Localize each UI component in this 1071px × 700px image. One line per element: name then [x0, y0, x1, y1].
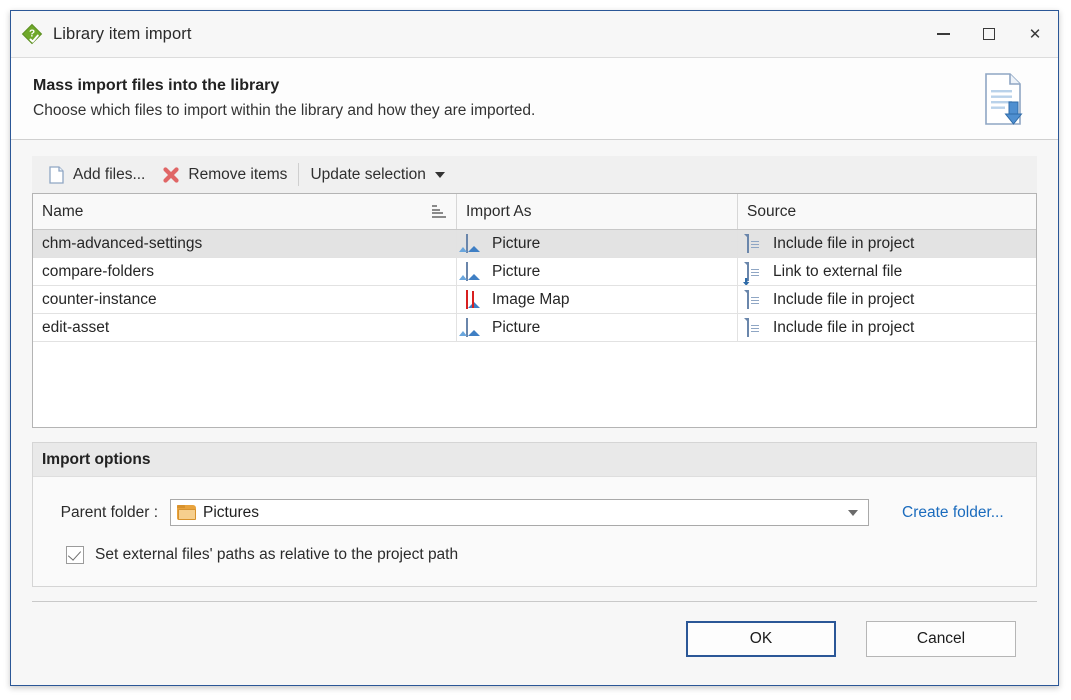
file-include-icon: [744, 290, 765, 309]
minimize-button[interactable]: [920, 11, 966, 57]
update-selection-label: Update selection: [310, 165, 426, 183]
cell-import-as-label: Picture: [492, 234, 541, 252]
items-toolbar: Add files... Remove items Update selecti…: [32, 156, 1037, 193]
minimize-icon: [936, 33, 950, 35]
cell-source-label: Include file in project: [773, 234, 915, 252]
create-folder-link[interactable]: Create folder...: [902, 504, 1004, 522]
file-link-icon: [743, 262, 765, 285]
cell-source: Include file in project: [738, 314, 1036, 341]
cell-name: counter-instance: [33, 286, 457, 313]
relative-paths-row: Set external files' paths as relative to…: [42, 546, 1027, 564]
import-options-title: Import options: [33, 443, 1036, 477]
cell-name: edit-asset: [33, 314, 457, 341]
window-controls: ✕: [920, 11, 1058, 57]
relative-paths-label: Set external files' paths as relative to…: [95, 546, 459, 563]
maximize-button[interactable]: [966, 11, 1012, 57]
parent-folder-label: Parent folder :: [60, 503, 158, 521]
cell-import-as: Picture: [457, 230, 738, 257]
cell-source-label: Include file in project: [773, 290, 915, 308]
column-header-name-label: Name: [42, 202, 84, 220]
column-header-import-as[interactable]: Import As: [457, 194, 738, 229]
file-include-icon: [744, 234, 765, 253]
add-file-icon: [46, 165, 66, 185]
remove-x-icon: [161, 165, 181, 185]
picture-icon: [466, 234, 484, 253]
dialog-header: Mass import files into the library Choos…: [11, 58, 1058, 140]
library-item-import-dialog: ? Library item import ✕ Mass import file…: [10, 10, 1059, 686]
cell-import-as: Picture: [457, 258, 738, 285]
folder-icon: [177, 505, 196, 520]
chevron-down-icon: [848, 509, 858, 516]
file-include-icon: [744, 318, 765, 337]
document-import-icon: [976, 70, 1028, 128]
image-map-icon: [466, 290, 484, 309]
add-files-label: Add files...: [73, 165, 146, 183]
table-row[interactable]: counter-instance Image Map Include file …: [33, 286, 1036, 314]
column-header-name[interactable]: Name: [33, 194, 457, 229]
cell-source-label: Include file in project: [773, 318, 915, 336]
header-text-block: Mass import files into the library Choos…: [33, 77, 976, 120]
cell-source-label: Link to external file: [773, 262, 903, 280]
cell-import-as-label: Picture: [492, 318, 541, 336]
table-row[interactable]: edit-asset Picture Include file in proje…: [33, 314, 1036, 342]
remove-items-label: Remove items: [188, 165, 288, 183]
help-library-icon: ?: [21, 23, 43, 45]
cell-name: chm-advanced-settings: [33, 230, 457, 257]
cancel-button[interactable]: Cancel: [866, 620, 1016, 657]
column-header-source-label: Source: [747, 202, 797, 220]
table-row[interactable]: compare-folders Picture Link to external…: [33, 258, 1036, 286]
cell-source: Include file in project: [738, 286, 1036, 313]
window-title: Library item import: [53, 24, 192, 43]
cell-source: Include file in project: [738, 230, 1036, 257]
svg-text:?: ?: [29, 29, 35, 40]
remove-items-button[interactable]: Remove items: [153, 156, 295, 193]
cell-import-as: Image Map: [457, 286, 738, 313]
header-title: Mass import files into the library: [33, 77, 280, 94]
parent-folder-value: Pictures: [203, 503, 259, 521]
check-icon: [67, 547, 82, 561]
close-button[interactable]: ✕: [1012, 11, 1058, 57]
import-options-group: Import options Parent folder : Pictures …: [32, 442, 1037, 587]
sort-ascending-icon: [432, 205, 447, 218]
chevron-down-icon: [434, 171, 445, 178]
title-bar: ? Library item import ✕: [11, 11, 1058, 58]
cell-import-as: Picture: [457, 314, 738, 341]
dialog-footer: OK Cancel: [32, 601, 1037, 675]
ok-button[interactable]: OK: [686, 620, 836, 657]
relative-paths-checkbox[interactable]: [66, 546, 84, 564]
picture-icon: [466, 262, 484, 281]
import-options-body: Parent folder : Pictures Create folder..…: [33, 477, 1036, 586]
column-header-import-as-label: Import As: [466, 202, 532, 220]
parent-folder-row: Parent folder : Pictures Create folder..…: [42, 499, 1027, 526]
table-row[interactable]: chm-advanced-settings Picture Include fi…: [33, 230, 1036, 258]
dialog-body: Add files... Remove items Update selecti…: [11, 140, 1058, 685]
toolbar-separator: [298, 163, 300, 186]
add-files-button[interactable]: Add files...: [38, 156, 153, 193]
picture-icon: [466, 318, 484, 337]
cell-source: Link to external file: [738, 258, 1036, 285]
column-header-source[interactable]: Source: [738, 194, 1036, 229]
close-icon: ✕: [1028, 25, 1042, 43]
maximize-icon: [983, 28, 995, 40]
update-selection-button[interactable]: Update selection: [302, 156, 452, 193]
table-header-row: Name Import As Source: [33, 194, 1036, 230]
import-items-table: Name Import As Source chm-advanced-setti…: [32, 193, 1037, 428]
header-subtitle: Choose which files to import within the …: [33, 102, 536, 119]
parent-folder-select[interactable]: Pictures: [170, 499, 869, 526]
cell-import-as-label: Picture: [492, 262, 541, 280]
cell-import-as-label: Image Map: [492, 290, 570, 308]
cell-name: compare-folders: [33, 258, 457, 285]
table-body: chm-advanced-settings Picture Include fi…: [33, 230, 1036, 427]
